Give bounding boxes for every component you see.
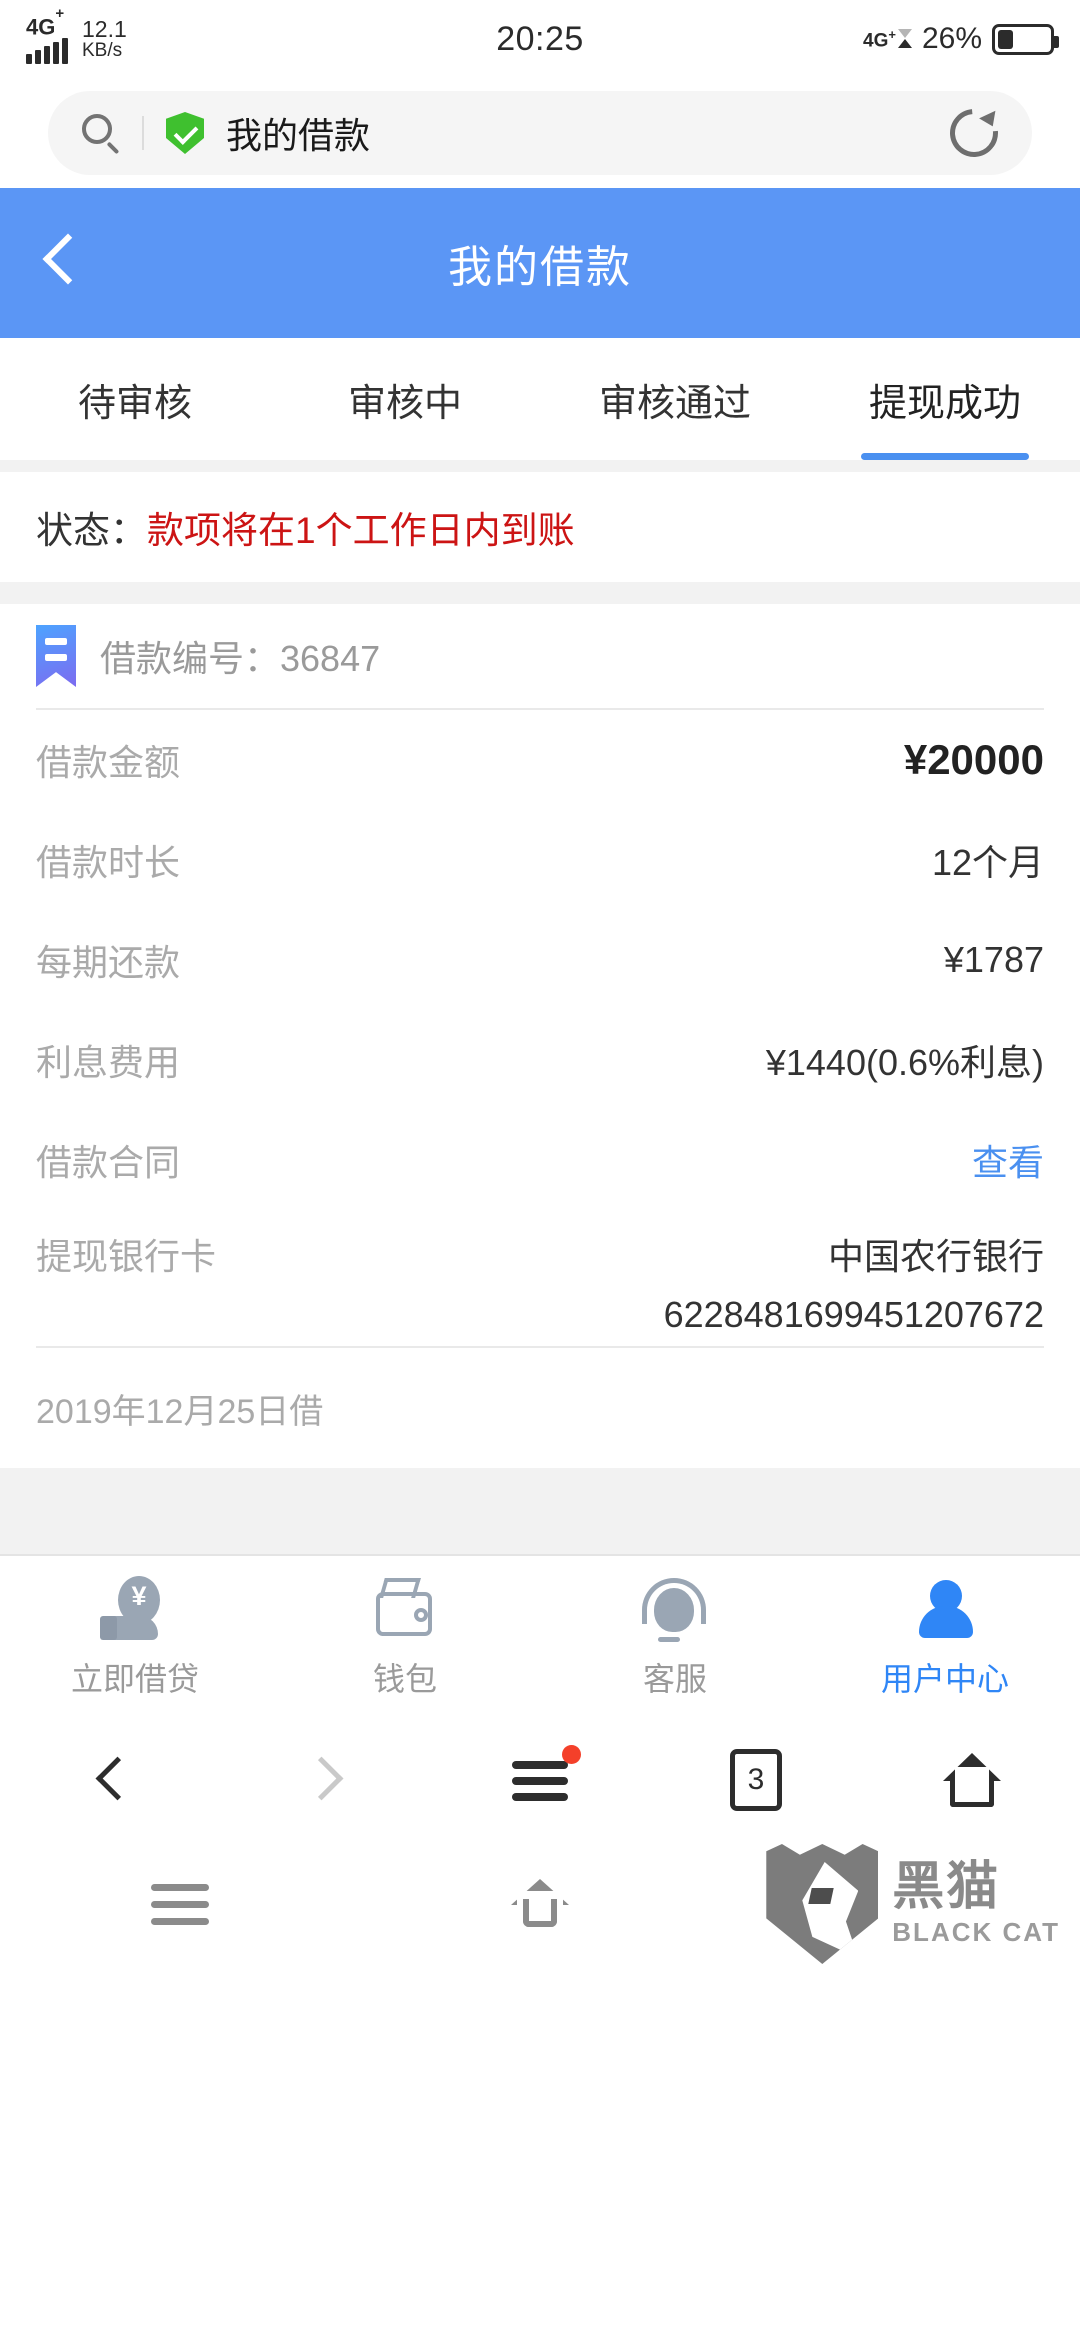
bottom-tab-label: 钱包 xyxy=(372,1661,437,1697)
system-home-button[interactable] xyxy=(360,1879,720,1931)
wallet-icon xyxy=(370,1576,440,1642)
row-label: 每期还款 xyxy=(36,942,181,983)
loan-order-row: 借款编号：36847 xyxy=(36,604,1044,708)
row-label: 借款金额 xyxy=(36,742,181,783)
tab-label: 审核中 xyxy=(347,382,462,425)
home-icon xyxy=(943,1753,1001,1807)
tab-under-review[interactable]: 审核中 xyxy=(270,338,540,460)
notification-dot xyxy=(562,1745,581,1764)
address-bar-title: 我的借款 xyxy=(226,115,371,156)
menu-icon xyxy=(151,1884,209,1926)
row-label: 利息费用 xyxy=(36,1042,181,1083)
watermark-cn: 黑猫 xyxy=(892,1857,1001,1916)
loan-order-number: 借款编号：36847 xyxy=(100,638,381,679)
bank-value-group: 中国农行银行 6228481699451207672 xyxy=(664,1228,1044,1336)
browser-tabs-button[interactable]: 3 xyxy=(648,1749,864,1811)
green-shield-check-icon xyxy=(166,112,204,154)
browser-nav-bar: 3 xyxy=(0,1720,1080,1840)
tab-count-icon: 3 xyxy=(730,1749,782,1811)
customer-service-icon xyxy=(640,1576,710,1642)
tab-review-passed[interactable]: 审核通过 xyxy=(540,338,810,460)
tab-count-value: 3 xyxy=(747,1763,765,1796)
row-value: ¥1440(0.6%利息) xyxy=(765,1042,1044,1083)
bottom-tab-user-center[interactable]: 用户中心 xyxy=(810,1556,1080,1720)
browser-address-bar: 我的借款 xyxy=(0,78,1080,188)
tab-withdraw-success[interactable]: 提现成功 xyxy=(810,338,1080,460)
browser-back-button[interactable] xyxy=(0,1758,216,1802)
battery-icon xyxy=(992,23,1059,55)
row-loan-contract[interactable]: 借款合同 查看 xyxy=(36,1110,1044,1210)
status-row: 状态： 款项将在1个工作日内到账 xyxy=(0,472,1080,582)
chevron-right-icon xyxy=(311,1758,337,1802)
view-contract-link[interactable]: 查看 xyxy=(972,1134,1044,1186)
search-icon[interactable] xyxy=(82,114,120,155)
tab-label: 提现成功 xyxy=(868,382,1021,425)
browser-menu-button[interactable] xyxy=(432,1745,648,1802)
black-cat-shield-icon xyxy=(766,1844,879,1964)
tab-pending-review[interactable]: 待审核 xyxy=(0,338,270,460)
tab-active-indicator xyxy=(861,453,1029,460)
loan-detail-card: 借款编号：36847 借款金额 ¥20000 借款时长 12个月 每期还款 ¥1… xyxy=(0,604,1080,1468)
bottom-tab-customer-service[interactable]: 客服 xyxy=(540,1556,810,1720)
loan-date-row: 2019年12月25日借 xyxy=(36,1348,1044,1468)
watermark-en: BLACK CAT xyxy=(892,1916,1060,1947)
row-label: 借款合同 xyxy=(36,1142,181,1183)
divider xyxy=(142,116,144,150)
reload-icon[interactable] xyxy=(940,99,1008,167)
bank-name: 中国农行银行 xyxy=(827,1236,1044,1277)
row-interest-fee: 利息费用 ¥1440(0.6%利息) xyxy=(36,1010,1044,1110)
status-bar: 4G+ 12.1 KB/s 20:25 4G+ 26% xyxy=(0,0,1080,78)
bottom-tab-label: 立即借贷 xyxy=(70,1661,199,1697)
watermark-logo: 黑猫 BLACK CAT xyxy=(766,1844,1060,1964)
bottom-tab-wallet[interactable]: 钱包 xyxy=(270,1556,540,1720)
status-value: 款项将在1个工作日内到账 xyxy=(147,510,575,551)
row-periodic-repayment: 每期还款 ¥1787 xyxy=(36,910,1044,1010)
row-label: 借款时长 xyxy=(36,842,181,883)
network-type-right-label: 4G+ xyxy=(863,26,896,52)
bottom-tab-label: 客服 xyxy=(642,1661,707,1697)
row-value: ¥20000 xyxy=(903,736,1044,783)
user-icon xyxy=(910,1576,980,1642)
loan-date: 2019年12月25日借 xyxy=(36,1392,324,1431)
phone-screen: 4G+ 12.1 KB/s 20:25 4G+ 26% 我的借款 我的借款 待审… xyxy=(0,0,1080,2340)
page-header: 我的借款 xyxy=(0,188,1080,338)
tab-bar: 待审核 审核中 审核通过 提现成功 xyxy=(0,338,1080,460)
section-divider xyxy=(0,582,1080,604)
hamburger-menu-icon xyxy=(512,1745,581,1802)
back-button[interactable] xyxy=(38,235,72,291)
app-bottom-tabbar: 立即借贷 钱包 客服 用户中心 xyxy=(0,1554,1080,1720)
row-value: 12个月 xyxy=(931,842,1044,883)
page-title: 我的借款 xyxy=(448,243,632,292)
hand-money-icon xyxy=(100,1576,170,1642)
browser-forward-button[interactable] xyxy=(216,1758,432,1802)
bookmark-icon xyxy=(36,625,76,687)
section-divider xyxy=(0,460,1080,472)
bank-card-number: 6228481699451207672 xyxy=(663,1294,1044,1335)
row-label: 提现银行卡 xyxy=(36,1236,217,1277)
status-bar-right: 4G+ 26% xyxy=(863,22,1059,56)
battery-percent: 26% xyxy=(921,22,982,55)
row-loan-amount: 借款金额 ¥20000 xyxy=(36,710,1044,810)
bottom-tab-label: 用户中心 xyxy=(880,1661,1009,1697)
watermark-text: 黑猫 BLACK CAT xyxy=(892,1861,1060,1948)
tab-label: 待审核 xyxy=(77,382,192,425)
page-filler xyxy=(0,1468,1080,1554)
system-menu-button[interactable] xyxy=(0,1884,360,1926)
status-label: 状态： xyxy=(36,510,147,551)
data-transfer-icon xyxy=(897,29,912,49)
system-nav-bar: 黑猫 BLACK CAT xyxy=(0,1840,1080,1970)
chevron-left-icon xyxy=(95,1758,121,1802)
browser-home-button[interactable] xyxy=(864,1753,1080,1807)
row-loan-term: 借款时长 12个月 xyxy=(36,810,1044,910)
row-withdraw-bank-card: 提现银行卡 中国农行银行 6228481699451207672 xyxy=(36,1210,1044,1346)
row-value: ¥1787 xyxy=(943,939,1044,980)
network-type-right: 4G+ xyxy=(863,28,912,50)
home-icon xyxy=(511,1879,569,1931)
tab-label: 审核通过 xyxy=(598,382,751,425)
search-input[interactable]: 我的借款 xyxy=(48,91,1032,175)
bottom-tab-borrow-now[interactable]: 立即借贷 xyxy=(0,1556,270,1720)
